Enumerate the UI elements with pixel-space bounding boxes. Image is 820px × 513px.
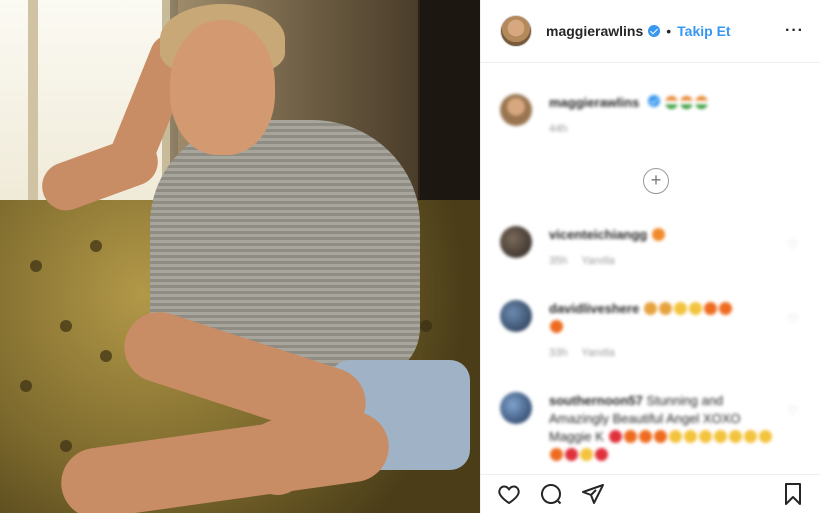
caption-row: maggierawlins 44h (500, 94, 810, 138)
comment-row: davidliveshere 33h Yanıtla ♡ (500, 300, 810, 362)
caption-username[interactable]: maggierawlins (549, 95, 639, 110)
reply-link[interactable]: Yanıtla (581, 347, 614, 359)
verified-badge-icon (648, 25, 661, 37)
reply-link[interactable]: Yanıtla (581, 255, 614, 267)
comment-username[interactable]: vicenteichiangg (549, 227, 647, 242)
action-bar (481, 474, 820, 513)
comment-row: southernoon57 Stunning and Amazingly Bea… (500, 392, 810, 464)
comments-list[interactable]: maggierawlins 44h + vicenteichiangg 35h Y… (481, 64, 820, 474)
follow-button[interactable]: Takip Et (677, 23, 730, 39)
caption-time: 44h (549, 123, 568, 135)
comment-time: 33h (549, 347, 568, 359)
like-comment-icon[interactable]: ♡ (787, 238, 798, 252)
instagram-post: maggierawlins • Takip Et ··· maggierawli… (0, 0, 820, 513)
comment-icon[interactable] (537, 480, 565, 508)
separator-dot: • (666, 23, 672, 39)
model-face (170, 20, 275, 155)
verified-badge-icon (647, 95, 660, 107)
avatar[interactable] (500, 15, 532, 47)
bookmark-icon[interactable] (779, 480, 807, 508)
comment-time: 35h (549, 255, 568, 267)
post-side-panel: maggierawlins • Takip Et ··· maggierawli… (480, 0, 820, 513)
comment-avatar[interactable] (500, 226, 532, 258)
like-comment-icon[interactable]: ♡ (787, 404, 798, 418)
more-options-icon[interactable]: ··· (785, 22, 804, 40)
comment-avatar[interactable] (500, 392, 532, 424)
plus-circle-icon[interactable]: + (643, 168, 669, 194)
caption-avatar[interactable] (500, 94, 532, 126)
heart-icon[interactable] (495, 480, 523, 508)
header-username[interactable]: maggierawlins (546, 23, 643, 39)
flag-emoji-icons (664, 95, 709, 110)
comment-username[interactable]: davidliveshere (549, 301, 639, 316)
emoji-icon (651, 228, 665, 241)
comment-username[interactable]: southernoon57 (549, 393, 643, 408)
like-comment-icon[interactable]: ♡ (787, 312, 798, 326)
post-header: maggierawlins • Takip Et ··· (481, 0, 820, 63)
post-photo[interactable] (0, 0, 480, 513)
comment-avatar[interactable] (500, 300, 532, 332)
share-icon[interactable] (579, 480, 607, 508)
comment-row: vicenteichiangg 35h Yanıtla ♡ (500, 226, 810, 270)
